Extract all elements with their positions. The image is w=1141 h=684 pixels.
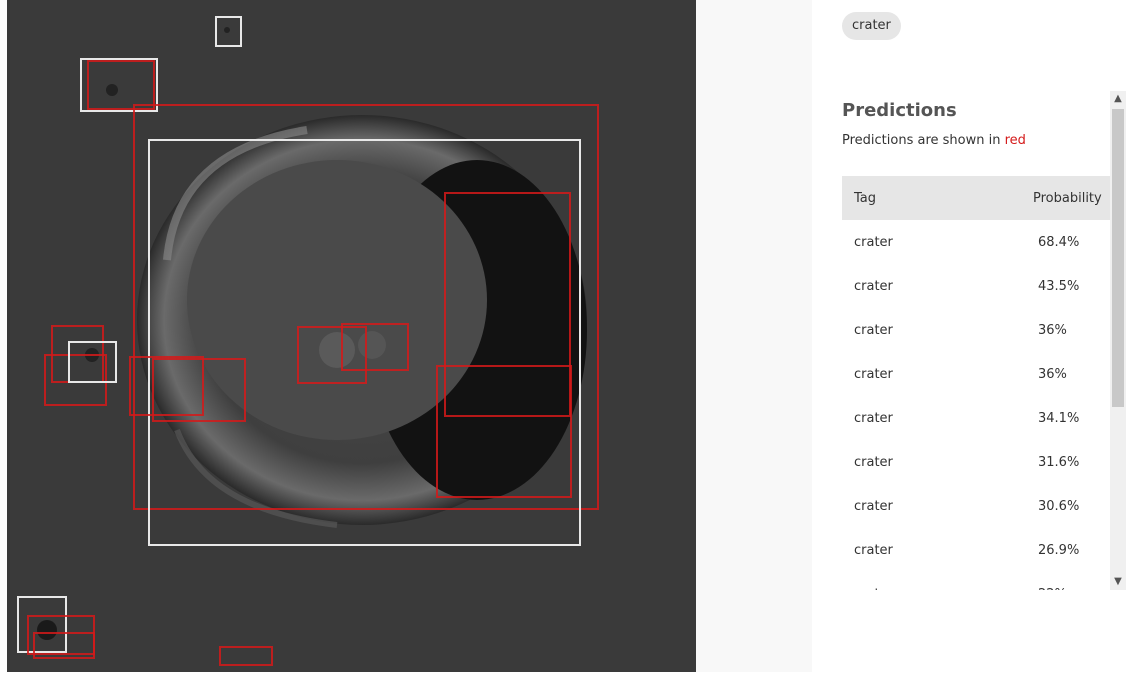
predictions-scrollbar[interactable]: ▲ ▼ xyxy=(1110,91,1126,590)
prediction-box[interactable] xyxy=(87,60,155,110)
prediction-row[interactable]: crater 36% xyxy=(842,308,1110,352)
scrollbar-thumb[interactable] xyxy=(1112,109,1124,407)
prediction-box[interactable] xyxy=(33,632,95,659)
chevron-down-icon[interactable]: ▼ xyxy=(1110,574,1126,590)
prediction-box[interactable] xyxy=(436,365,572,498)
prediction-tag: crater xyxy=(854,366,893,382)
prediction-tag: crater xyxy=(854,278,893,294)
predictions-title: Predictions xyxy=(842,100,957,121)
panel-gap xyxy=(696,0,812,672)
prediction-probability: 34.1% xyxy=(1038,410,1080,426)
crater-image-panel xyxy=(7,0,696,672)
predictions-subtitle-color-word: red xyxy=(1004,133,1026,148)
prediction-box[interactable] xyxy=(152,358,246,422)
prediction-row[interactable]: crater 31.6% xyxy=(842,440,1110,484)
prediction-row[interactable]: crater22% xyxy=(842,572,1110,591)
prediction-row[interactable]: crater 26.9% xyxy=(842,528,1110,572)
tag-chip[interactable]: crater xyxy=(842,12,901,40)
column-header-probability: Probability xyxy=(1033,190,1102,206)
predictions-subtitle: Predictions are shown in red xyxy=(842,133,1026,148)
column-header-tag: Tag xyxy=(854,190,877,206)
prediction-tag: crater xyxy=(854,498,893,514)
prediction-tag: crater xyxy=(854,542,893,558)
prediction-box[interactable] xyxy=(219,646,273,666)
prediction-tag: crater xyxy=(854,234,893,250)
prediction-side-panel: crater Predictions Predictions are shown… xyxy=(812,0,1141,684)
prediction-probability: 68.4% xyxy=(1038,234,1080,250)
predictions-table-header: Tag Probability xyxy=(842,176,1110,220)
prediction-tag: crater xyxy=(854,322,893,338)
prediction-probability: 22% xyxy=(1038,587,1110,591)
prediction-tag: crater xyxy=(854,454,893,470)
prediction-row[interactable]: crater 34.1% xyxy=(842,396,1110,440)
prediction-probability: 36% xyxy=(1038,322,1067,338)
ground-truth-box[interactable] xyxy=(68,341,117,383)
predictions-table: Tag Probability crater 68.4% crater 43.5% cr… xyxy=(842,176,1110,590)
chevron-up-icon[interactable]: ▲ xyxy=(1110,91,1126,107)
prediction-tag: crater xyxy=(854,410,893,426)
prediction-probability: 30.6% xyxy=(1038,498,1080,514)
prediction-row[interactable]: crater 30.6% xyxy=(842,484,1110,528)
prediction-box[interactable] xyxy=(341,323,409,371)
prediction-probability: 36% xyxy=(1038,366,1067,382)
predictions-subtitle-prefix: Predictions are shown in xyxy=(842,133,1005,148)
prediction-probability: 31.6% xyxy=(1038,454,1080,470)
prediction-probability: 26.9% xyxy=(1038,542,1080,558)
predictions-table-body: crater 68.4% crater 43.5% crater 36% crater 36%… xyxy=(842,220,1110,591)
prediction-row[interactable]: crater 68.4% xyxy=(842,220,1110,264)
prediction-row[interactable]: crater 43.5% xyxy=(842,264,1110,308)
ground-truth-box[interactable] xyxy=(215,16,242,47)
prediction-probability: 43.5% xyxy=(1038,278,1080,294)
prediction-tag: crater xyxy=(842,587,1038,591)
prediction-row[interactable]: crater 36% xyxy=(842,352,1110,396)
